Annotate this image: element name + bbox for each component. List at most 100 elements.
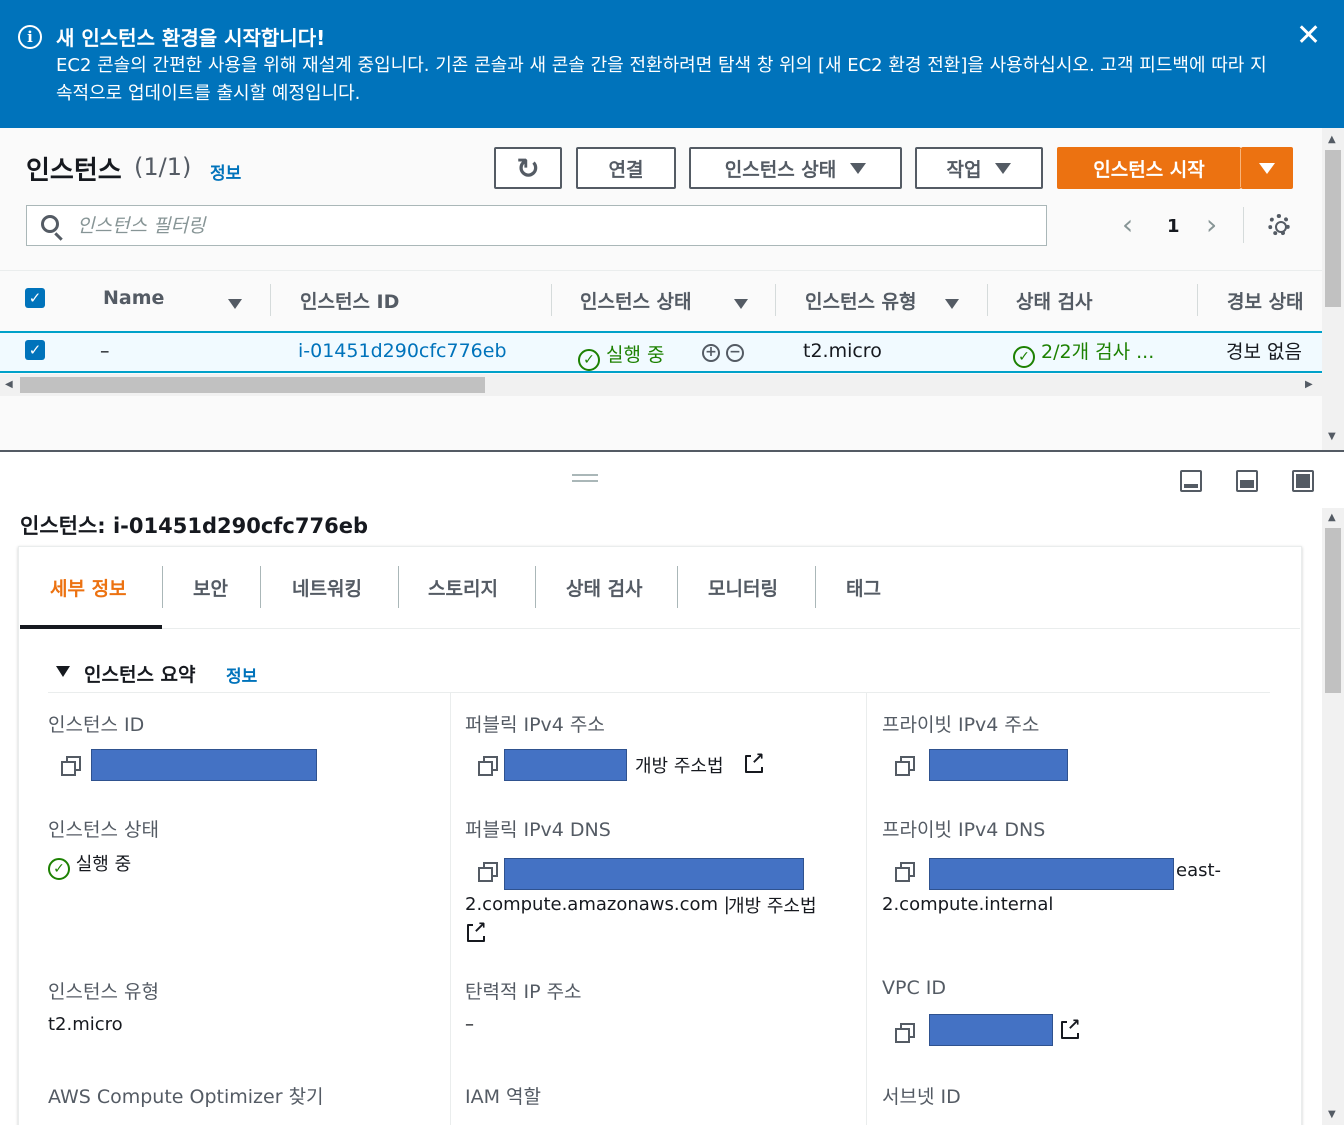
actions-dropdown-label: 작업 (946, 158, 982, 181)
panel-splitter (0, 450, 1344, 452)
copy-icon[interactable] (477, 861, 498, 882)
column-header-instance-type[interactable]: 인스턴스 유형 (805, 287, 917, 314)
scroll-down-icon[interactable]: ▼ (1328, 1109, 1336, 1120)
copy-icon[interactable] (60, 755, 81, 776)
tab-divider (260, 566, 261, 608)
scroll-up-icon[interactable]: ▲ (1328, 512, 1336, 523)
tab-divider (815, 566, 816, 608)
select-all-checkbox[interactable]: ✓ (25, 288, 45, 308)
open-address-link[interactable]: 개방 주소법 (728, 892, 817, 918)
caret-down-icon (995, 162, 1012, 174)
copy-icon[interactable] (894, 861, 915, 882)
previous-page-icon[interactable]: ‹ (1122, 208, 1133, 241)
tab-networking[interactable]: 네트워킹 (292, 574, 362, 601)
layout-bottom-panel-icon[interactable] (1180, 470, 1202, 492)
details-vertical-scroll-thumb[interactable] (1325, 528, 1341, 693)
elastic-ip-label: 탄력적 IP 주소 (465, 981, 582, 1003)
column-header-instance-state[interactable]: 인스턴스 상태 (580, 287, 692, 314)
drag-handle-icon[interactable] (572, 474, 598, 482)
layout-split-panel-icon[interactable] (1236, 470, 1258, 492)
tab-storage[interactable]: 스토리지 (428, 574, 498, 601)
gear-icon[interactable] (1268, 214, 1290, 236)
details-card (18, 546, 1302, 1125)
tab-security[interactable]: 보안 (193, 574, 228, 601)
copy-icon[interactable] (894, 1022, 915, 1043)
column-header-instance-id[interactable]: 인스턴스 ID (300, 287, 399, 314)
launch-options-dropdown[interactable] (1241, 147, 1293, 189)
scroll-up-icon[interactable]: ▲ (1328, 134, 1336, 145)
column-divider (1197, 284, 1198, 316)
sort-icon[interactable] (228, 294, 242, 313)
vertical-scroll-thumb[interactable] (1325, 150, 1341, 307)
subnet-id-label: 서브넷 ID (882, 1086, 961, 1108)
redacted-private-ip (929, 749, 1068, 781)
redacted-public-ip (504, 749, 627, 781)
section-info-link[interactable]: 정보 (226, 662, 257, 687)
scroll-left-icon[interactable]: ◀ (5, 379, 13, 390)
tab-tags[interactable]: 태그 (846, 574, 881, 601)
notification-banner: i 새 인스턴스 환경을 시작합니다! EC2 콘솔의 간편한 사용을 위해 재… (0, 0, 1344, 128)
tab-status-checks[interactable]: 상태 검사 (566, 574, 643, 601)
external-link-icon[interactable] (745, 751, 765, 773)
column-header-status-check[interactable]: 상태 검사 (1016, 287, 1093, 314)
search-input[interactable] (77, 212, 977, 239)
instance-type-label: 인스턴스 유형 (48, 981, 159, 1003)
horizontal-scroll-thumb[interactable] (20, 377, 485, 393)
column-header-name[interactable]: Name (103, 287, 164, 309)
instance-id-link[interactable]: i-01451d290cfc776eb (298, 340, 507, 362)
zoom-in-icon[interactable]: + (702, 341, 720, 362)
row-checkbox[interactable]: ✓ (25, 340, 45, 360)
layout-full-panel-icon[interactable] (1292, 470, 1314, 492)
open-address-link[interactable]: 개방 주소법 (635, 752, 724, 778)
tab-details[interactable]: 세부 정보 (50, 574, 127, 601)
status-check-cell[interactable]: ✓ 2/2개 검사 ... (1013, 337, 1154, 368)
section-divider (48, 692, 1270, 693)
connect-button[interactable]: 연결 (576, 147, 676, 189)
scroll-right-icon[interactable]: ▶ (1305, 379, 1313, 390)
external-link-icon[interactable] (1061, 1017, 1081, 1039)
tab-divider (398, 566, 399, 608)
redacted-public-dns (504, 858, 804, 890)
copy-icon[interactable] (477, 755, 498, 776)
launch-instances-button[interactable]: 인스턴스 시작 (1057, 147, 1241, 189)
next-page-icon[interactable]: › (1206, 208, 1217, 241)
close-icon[interactable]: ✕ (1296, 20, 1321, 52)
instance-type-cell: t2.micro (803, 340, 882, 362)
copy-icon[interactable] (894, 755, 915, 776)
sort-icon[interactable] (945, 294, 959, 313)
column-divider (450, 693, 451, 1125)
section-title[interactable]: 인스턴스 요약 (84, 660, 196, 687)
connect-button-label: 연결 (608, 158, 644, 181)
instance-state-cell: ✓ 실행 중 (578, 340, 665, 371)
tab-divider (162, 566, 163, 608)
scroll-down-icon[interactable]: ▼ (1328, 431, 1336, 442)
instance-state-label: 인스턴스 상태 (48, 819, 159, 841)
launch-instances-label: 인스턴스 시작 (1093, 158, 1205, 181)
page-title: 인스턴스 (26, 156, 122, 186)
info-link[interactable]: 정보 (210, 159, 241, 184)
actions-dropdown[interactable]: 작업 (915, 147, 1043, 189)
column-header-alarm-status[interactable]: 경보 상태 (1227, 287, 1304, 314)
zoom-out-icon[interactable]: − (726, 341, 744, 362)
external-link-icon[interactable] (467, 920, 487, 942)
instance-count: (1/1) (134, 153, 192, 181)
redacted-private-dns (929, 858, 1174, 890)
elastic-ip-value: – (465, 1014, 474, 1035)
sort-icon[interactable] (734, 294, 748, 313)
page-number[interactable]: 1 (1167, 216, 1180, 237)
tab-monitoring[interactable]: 모니터링 (708, 574, 778, 601)
public-ipv4-label: 퍼블릭 IPv4 주소 (465, 714, 605, 736)
refresh-button[interactable]: ↻ (494, 147, 562, 189)
instance-state-dropdown-label: 인스턴스 상태 (724, 158, 837, 181)
column-divider (775, 284, 776, 316)
instance-name-cell: – (100, 340, 110, 362)
refresh-icon: ↻ (516, 151, 540, 185)
iam-role-label: IAM 역할 (465, 1086, 541, 1108)
collapse-caret-icon[interactable] (56, 666, 70, 677)
instance-state-dropdown[interactable]: 인스턴스 상태 (689, 147, 902, 189)
search-icon (41, 215, 59, 233)
caret-down-icon (1259, 162, 1275, 174)
status-check-text: 2/2개 검사 ... (1041, 341, 1155, 363)
redacted-vpc-id (929, 1014, 1053, 1046)
vpc-id-label: VPC ID (882, 977, 946, 999)
